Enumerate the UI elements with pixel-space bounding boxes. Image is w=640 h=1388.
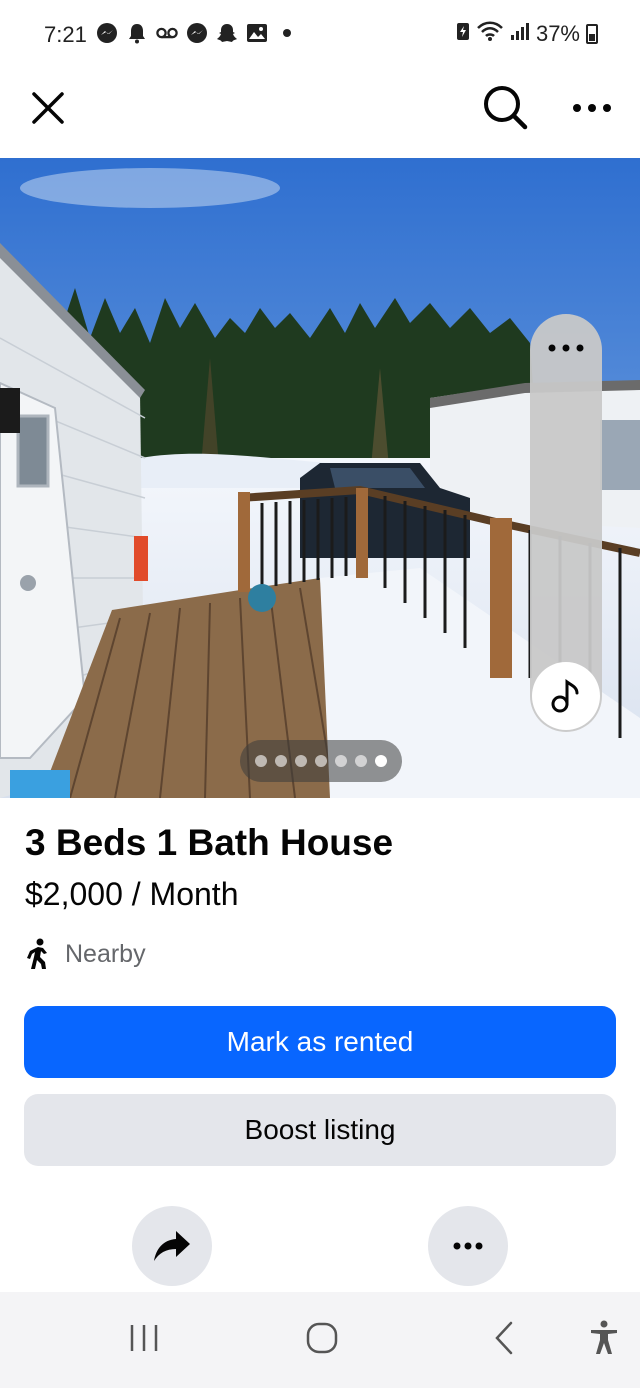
gallery-icon [246, 22, 268, 44]
recent-apps-button[interactable] [124, 1314, 164, 1362]
status-notification-icons [96, 22, 298, 44]
more-horizontal-icon [548, 344, 584, 352]
system-navigation-bar [0, 1292, 640, 1388]
voicemail-icon [156, 22, 178, 44]
status-time: 7:21 [44, 22, 87, 47]
wifi-icon [476, 20, 504, 48]
more-horizontal-icon [453, 1242, 483, 1250]
messenger-icon [96, 22, 118, 44]
pager-dot[interactable] [255, 755, 267, 767]
pager-dot[interactable] [375, 755, 387, 767]
photo-side-panel [530, 314, 602, 732]
accessibility-button[interactable] [586, 1314, 622, 1362]
pager-dot[interactable] [335, 755, 347, 767]
home-button[interactable] [302, 1314, 342, 1362]
music-note-icon [551, 679, 579, 713]
status-bar: 7:21 37% [0, 0, 640, 68]
listing-more-button[interactable] [428, 1206, 508, 1286]
music-button[interactable] [532, 662, 600, 730]
share-arrow-icon [154, 1231, 190, 1261]
home-icon [306, 1322, 338, 1354]
walking-person-icon [27, 938, 47, 969]
pager-dot[interactable] [275, 755, 287, 767]
boost-listing-button[interactable]: Boost listing [24, 1094, 616, 1166]
recent-apps-icon [130, 1325, 158, 1351]
status-system-icons: 37% [456, 20, 598, 48]
back-chevron-icon [495, 1321, 513, 1355]
back-button[interactable] [486, 1314, 522, 1362]
signal-icon [510, 21, 530, 47]
battery-icon [586, 24, 598, 44]
listing-price: $2,000 / Month [25, 876, 239, 912]
pager-dot[interactable] [295, 755, 307, 767]
share-button[interactable] [132, 1206, 212, 1286]
battery-saver-icon [456, 21, 470, 47]
pager-dot[interactable] [355, 755, 367, 767]
snapchat-icon [216, 22, 238, 44]
notification-bell-icon [126, 22, 148, 44]
dot-icon [276, 22, 298, 44]
photo-pager[interactable] [240, 740, 402, 782]
top-app-bar [0, 68, 640, 158]
accessibility-icon [591, 1320, 617, 1354]
search-icon [484, 86, 528, 130]
search-button[interactable] [476, 78, 534, 136]
messenger-icon [186, 22, 208, 44]
mark-as-rented-button[interactable]: Mark as rented [24, 1006, 616, 1078]
more-horizontal-icon [573, 104, 611, 112]
pager-dot[interactable] [315, 755, 327, 767]
photo-more-button[interactable] [530, 328, 602, 368]
listing-location: Nearby [25, 938, 146, 970]
listing-title: 3 Beds 1 Bath House [25, 822, 394, 863]
battery-level: 37% [535, 21, 580, 46]
close-icon [32, 92, 64, 124]
more-options-button[interactable] [566, 82, 618, 134]
close-button[interactable] [22, 82, 74, 134]
location-label: Nearby [65, 939, 146, 968]
